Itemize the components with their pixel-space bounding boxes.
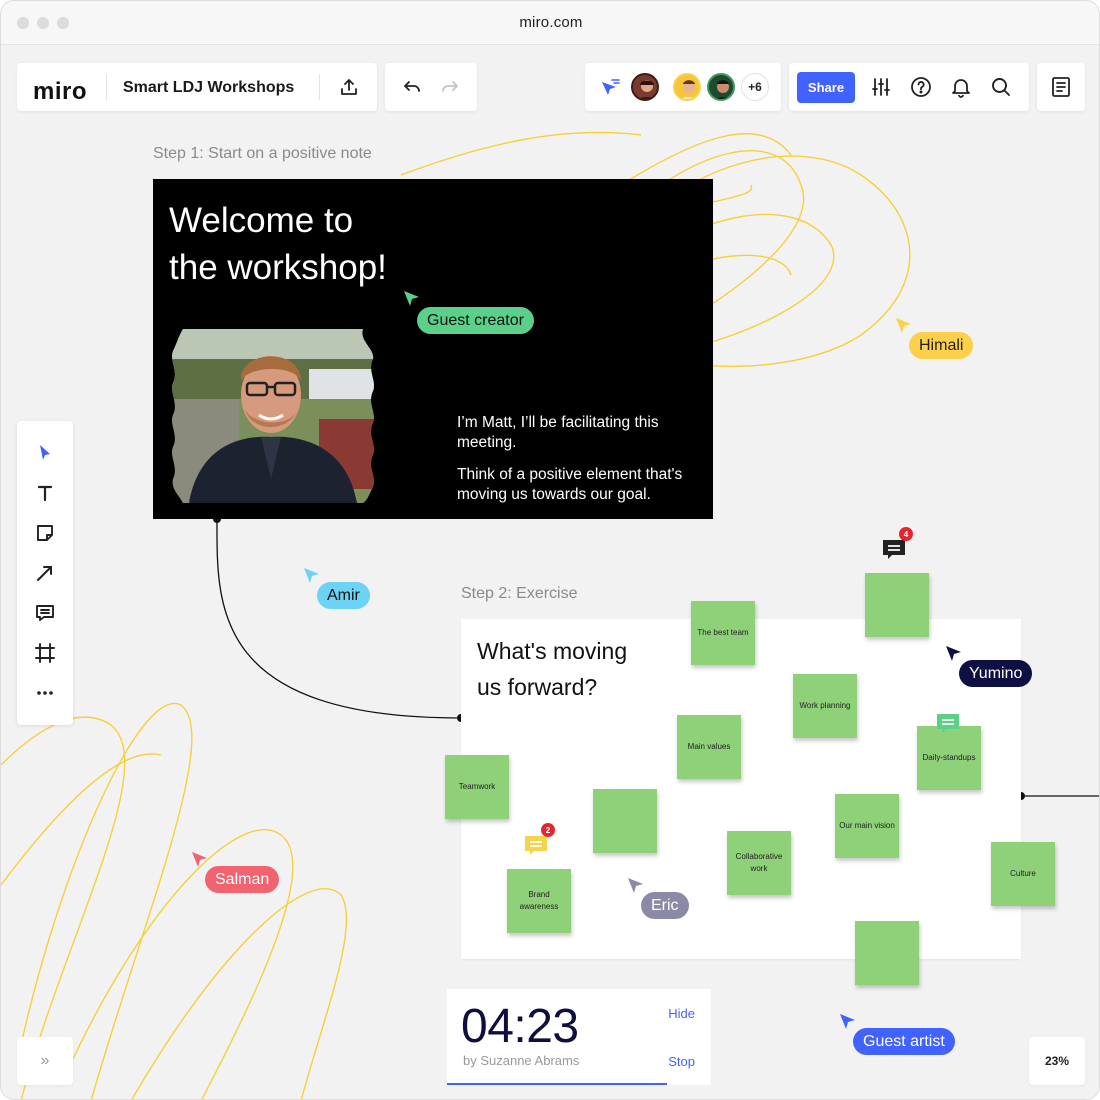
more-collaborators-badge[interactable]: +6	[741, 73, 769, 101]
sticky-note[interactable]	[865, 573, 929, 637]
cursor-label-himali: Himali	[909, 332, 974, 359]
settings-sliders-icon[interactable]	[869, 75, 893, 99]
sticky-note[interactable]	[855, 921, 919, 985]
sticky-note[interactable]: Brand awareness	[507, 869, 571, 933]
more-tools-icon[interactable]	[33, 681, 57, 705]
browser-window: miro.com miro Smart LDJ Workshops +6 Sha…	[0, 0, 1100, 1100]
step1-label: Step 1: Start on a positive note	[153, 145, 372, 162]
board-title-panel: miro Smart LDJ Workshops	[17, 63, 377, 111]
cursor-label-guest-artist: Guest artist	[853, 1028, 955, 1055]
collaborators-panel: +6	[585, 63, 781, 111]
intro-paragraph-2: Think of a positive element that's movin…	[457, 466, 683, 503]
sticky-note[interactable]: Our main vision	[835, 794, 899, 858]
welcome-title-line2: the workshop!	[169, 248, 387, 287]
expand-panel-button[interactable]: »	[17, 1037, 73, 1085]
facilitator-photo[interactable]	[169, 329, 377, 503]
address-bar-url[interactable]: miro.com	[1, 14, 1099, 31]
undo-icon[interactable]	[399, 75, 425, 99]
timer-owner: by Suzanne Abrams	[463, 1053, 580, 1068]
comment-tool-icon[interactable]	[33, 601, 57, 625]
cursor-label-eric: Eric	[641, 892, 689, 919]
avatar[interactable]	[631, 73, 659, 101]
help-icon[interactable]	[909, 75, 933, 99]
welcome-title-line1: Welcome to	[169, 201, 354, 240]
sticky-note[interactable]	[593, 789, 657, 853]
notifications-bell-icon[interactable]	[949, 75, 973, 99]
miro-logo[interactable]: miro	[33, 78, 87, 106]
board-name[interactable]: Smart LDJ Workshops	[123, 79, 294, 97]
timer-hide-button[interactable]: Hide	[668, 1006, 695, 1021]
exercise-title: What's moving us forward?	[477, 633, 677, 705]
sticky-note-tool-icon[interactable]	[33, 521, 57, 545]
sticky-note[interactable]: Main values	[677, 715, 741, 779]
cursor-arrow-icon	[404, 291, 419, 306]
cursor-arrow-icon	[946, 646, 961, 661]
intro-paragraph-1: I’m Matt, I’ll be facilitating this meet…	[457, 414, 659, 451]
notes-icon[interactable]	[1049, 75, 1073, 99]
welcome-frame[interactable]: Welcome to the workshop! I’m Matt, I’ll …	[153, 179, 713, 519]
timer-widget: 04:23 by Suzanne Abrams Hide Stop	[447, 989, 711, 1085]
sticky-note[interactable]: Collaborative work	[727, 831, 791, 895]
follow-cursor-icon[interactable]	[597, 75, 623, 99]
redo-icon[interactable]	[437, 75, 463, 99]
comment-marker[interactable]	[935, 711, 963, 737]
cursor-arrow-icon	[192, 852, 207, 867]
timer-stop-button[interactable]: Stop	[668, 1054, 695, 1069]
cursor-label-yumino: Yumino	[959, 660, 1033, 687]
step2-label: Step 2: Exercise	[461, 585, 578, 602]
cursor-arrow-icon	[304, 568, 319, 583]
cursor-label-guest-creator: Guest creator	[417, 307, 534, 334]
exercise-title-line1: What's moving	[477, 638, 628, 664]
cursor-arrow-icon	[628, 878, 643, 893]
cursor-label-salman: Salman	[205, 866, 280, 893]
history-panel	[385, 63, 477, 111]
sticky-note[interactable]: Culture	[991, 842, 1055, 906]
share-button[interactable]: Share	[797, 72, 855, 103]
comment-marker[interactable]: 2	[523, 823, 555, 859]
notes-panel	[1037, 63, 1085, 111]
cursor-arrow-icon	[840, 1014, 855, 1029]
welcome-title: Welcome to the workshop!	[169, 197, 469, 291]
frame-tool-icon[interactable]	[33, 641, 57, 665]
connector-line-tool-icon[interactable]	[33, 561, 57, 585]
zoom-level[interactable]: 23%	[1029, 1037, 1085, 1085]
comment-marker[interactable]: 4	[881, 527, 913, 563]
timer-countdown: 04:23	[461, 1000, 579, 1053]
comment-count-badge: 4	[899, 527, 913, 541]
browser-titlebar: miro.com	[1, 1, 1099, 45]
export-icon[interactable]	[335, 74, 363, 100]
sticky-note[interactable]: Work planning	[793, 674, 857, 738]
cursor-label-amir: Amir	[317, 582, 370, 609]
sticky-note[interactable]: Teamwork	[445, 755, 509, 819]
divider	[319, 74, 320, 100]
cursor-arrow-icon	[896, 318, 911, 333]
search-icon[interactable]	[989, 75, 1013, 99]
divider	[106, 74, 107, 100]
avatar[interactable]	[673, 73, 701, 101]
sticky-note[interactable]: The best team	[691, 601, 755, 665]
intro-text: I’m Matt, I’ll be facilitating this meet…	[457, 413, 697, 505]
connector-step1-to-step2	[216, 518, 462, 719]
avatar[interactable]	[707, 73, 735, 101]
timer-progress-bar	[447, 1083, 667, 1085]
board-canvas[interactable]: miro Smart LDJ Workshops +6 Share Step 1…	[1, 45, 1099, 1099]
creation-toolbar	[17, 421, 73, 725]
comment-icon	[937, 714, 959, 733]
select-tool-icon[interactable]	[33, 441, 57, 465]
exercise-title-line2: us forward?	[477, 674, 598, 700]
comment-count-badge: 2	[541, 823, 555, 837]
text-tool-icon[interactable]	[33, 481, 57, 505]
share-tools-panel: Share	[789, 63, 1029, 111]
